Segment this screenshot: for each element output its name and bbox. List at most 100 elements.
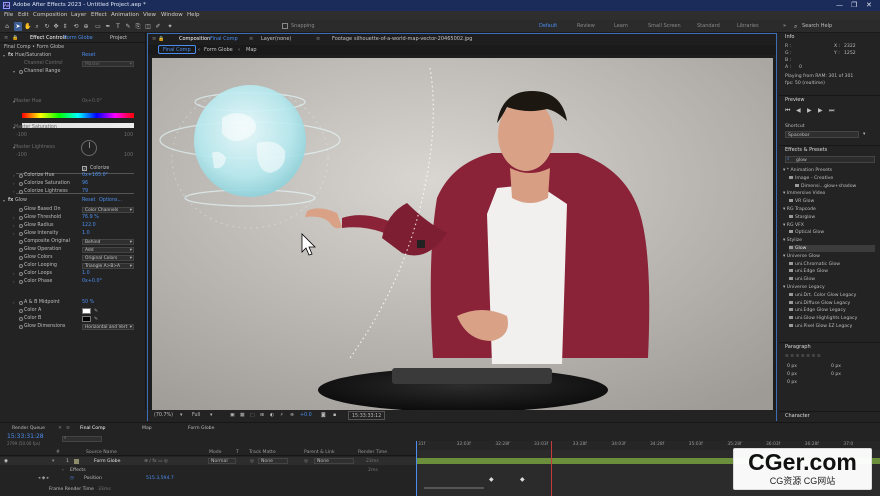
menu-animation[interactable]: Animation xyxy=(111,11,139,20)
pan-tool-icon[interactable]: ✥ xyxy=(52,22,60,31)
menu-help[interactable]: Help xyxy=(187,11,200,20)
stopwatch-icon[interactable] xyxy=(19,215,23,220)
panel-menu-icon[interactable]: ≡ xyxy=(249,34,253,44)
preset-item[interactable]: uni.Glow xyxy=(789,276,875,283)
disclosure-triangle-icon[interactable]: › xyxy=(13,172,15,179)
preset-group[interactable]: ▾ Immersive Video xyxy=(783,190,875,197)
expand-layer-icon[interactable]: ▾ xyxy=(52,458,54,465)
stopwatch-icon[interactable] xyxy=(19,271,23,276)
layer-color-label[interactable] xyxy=(74,459,79,464)
composition-timecode[interactable]: 15:33:33:12 xyxy=(348,411,386,420)
glow-property-dropdown[interactable]: Color Channels xyxy=(82,206,134,213)
tab-form-globe[interactable]: Form Globe xyxy=(188,425,214,432)
preset-group[interactable]: ▾ RG VFX xyxy=(783,222,875,229)
effects-presets-panel-title[interactable]: Effects & Presets xyxy=(779,145,880,154)
glow-property-dropdown[interactable]: Add xyxy=(82,246,134,253)
effect-hue-saturation[interactable]: ▾ fx Hue/Saturation Reset xyxy=(0,52,146,59)
fast-preview-icon[interactable]: ⚡ xyxy=(280,410,283,421)
channel-control-dropdown[interactable]: Master xyxy=(82,60,134,67)
magnification-chevron-icon[interactable]: ▾ xyxy=(180,410,182,421)
maximize-button[interactable]: ❐ xyxy=(851,0,857,11)
disclosure-triangle-icon[interactable]: › xyxy=(13,270,15,277)
disclosure-triangle-icon[interactable]: › xyxy=(13,230,15,237)
glow-property-value[interactable]: 1.0 xyxy=(82,270,90,277)
glow-options[interactable]: Options... xyxy=(99,197,122,204)
workspace-libraries[interactable]: Libraries xyxy=(737,20,759,33)
menu-view[interactable]: View xyxy=(143,11,156,20)
preset-item[interactable]: uni.Chromatic Glow xyxy=(789,261,875,268)
disclosure-triangle-icon[interactable]: ▾ xyxy=(13,68,15,75)
ab-midpoint-value[interactable]: 50 % xyxy=(82,299,94,306)
eyedropper-icon[interactable]: ✎ xyxy=(94,308,98,315)
disclosure-triangle-icon[interactable]: › xyxy=(13,180,15,187)
clone-stamp-icon[interactable]: ⎘ xyxy=(134,22,142,31)
glow-dimensions-dropdown[interactable]: Horizontal and Vert xyxy=(82,323,134,330)
stopwatch-icon[interactable] xyxy=(19,223,23,228)
glow-reset[interactable]: Reset xyxy=(82,197,95,204)
indent-left-value[interactable]: 0 px xyxy=(787,363,797,370)
orbit-tool-icon[interactable]: ↻ xyxy=(43,22,51,31)
workspace-learn[interactable]: Learn xyxy=(614,20,628,33)
panel-menu-icon[interactable]: ≡ xyxy=(316,34,320,44)
lock-icon[interactable]: 🔒 xyxy=(158,34,164,44)
stopwatch-icon[interactable] xyxy=(19,207,23,212)
preset-group[interactable]: ▾ Universe Glow xyxy=(783,253,875,260)
exposure-value[interactable]: +0.0 xyxy=(300,410,312,421)
colorize-lightness-value[interactable]: 79 xyxy=(82,188,88,195)
space-after-value[interactable]: 0 px xyxy=(831,371,841,378)
zoom-tool-icon[interactable]: ⌕ xyxy=(33,22,41,31)
menu-window[interactable]: Window xyxy=(161,11,183,20)
workspace-standard[interactable]: Standard xyxy=(697,20,720,33)
layer-mode-dropdown[interactable]: Normal xyxy=(208,458,236,464)
stopwatch-icon[interactable] xyxy=(19,173,23,178)
tab-project[interactable]: Project xyxy=(110,33,127,43)
space-before-value[interactable]: 0 px xyxy=(787,371,797,378)
channel-icon[interactable]: ◐ xyxy=(270,410,274,421)
minimize-button[interactable]: — xyxy=(836,0,843,11)
preset-item[interactable]: uni.Edge Glow xyxy=(789,268,875,275)
tab-layer[interactable]: Layer xyxy=(261,34,275,44)
rotate-tool-icon[interactable]: ⟲ xyxy=(72,22,80,31)
preset-item[interactable]: Glow xyxy=(789,245,875,252)
tab-map[interactable]: Map xyxy=(142,425,152,432)
tab-effect-controls[interactable]: Effect Controls xyxy=(30,33,67,43)
preset-group[interactable]: ▾ Stylize xyxy=(783,237,875,244)
hue-saturation-reset[interactable]: Reset xyxy=(82,52,95,59)
disclosure-triangle-icon[interactable]: ▾ xyxy=(3,52,5,59)
composition-viewer[interactable] xyxy=(152,58,773,410)
preset-item[interactable]: uni.Diffuse Glow Legacy xyxy=(789,300,875,307)
stopwatch-icon[interactable] xyxy=(19,247,23,252)
shortcut-chevron-icon[interactable]: ▾ xyxy=(863,131,865,138)
previous-frame-icon[interactable]: ◀ xyxy=(796,107,801,114)
stopwatch-icon[interactable] xyxy=(19,239,23,244)
channel-range-spectrum[interactable] xyxy=(22,113,134,118)
preset-item[interactable]: Image - Creative xyxy=(789,175,875,182)
first-line-indent-value[interactable]: 0 px xyxy=(787,379,797,386)
hand-tool-icon[interactable]: ✋ xyxy=(24,22,32,31)
eye-icon[interactable]: ◉ xyxy=(4,458,8,465)
glow-property-value[interactable]: 0x+0.0° xyxy=(82,278,102,285)
paragraph-panel-title[interactable]: Paragraph xyxy=(779,342,880,351)
dolly-tool-icon[interactable]: ⇕ xyxy=(61,22,69,31)
effect-controls-layer-name[interactable]: Form Globe xyxy=(64,33,93,43)
expand-effects-icon[interactable]: › xyxy=(62,467,64,474)
resolution-dropdown[interactable]: Full xyxy=(192,410,200,421)
playhead[interactable] xyxy=(416,441,417,496)
disclosure-triangle-icon[interactable]: › xyxy=(13,188,15,195)
preset-item[interactable]: Starglow xyxy=(789,214,875,221)
snapshot-icon[interactable]: ◙ xyxy=(321,410,326,421)
tab-final-comp[interactable]: Final Comp xyxy=(80,425,105,432)
keyframe-2[interactable]: ◆ xyxy=(520,476,525,483)
menu-edit[interactable]: Edit xyxy=(18,11,29,20)
colorize-checkbox[interactable]: ✓ xyxy=(82,166,87,171)
panel-menu-icon[interactable]: ≡ xyxy=(152,34,156,44)
view-tab-form-globe[interactable]: Form Globe xyxy=(204,45,233,55)
stopwatch-icon[interactable] xyxy=(19,279,23,284)
play-icon[interactable]: ▶ xyxy=(807,107,812,114)
master-hue-value[interactable]: 0x+0.0° xyxy=(82,98,102,105)
menu-effect[interactable]: Effect xyxy=(91,11,107,20)
preset-item[interactable]: uni.Glow Highlights Legacy xyxy=(789,315,875,322)
timeline-timecode[interactable]: 15:33:31:28 xyxy=(7,433,44,440)
position-value[interactable]: 515.3,594.7 xyxy=(146,475,174,482)
panel-menu-icon[interactable]: ≡ xyxy=(66,425,70,432)
